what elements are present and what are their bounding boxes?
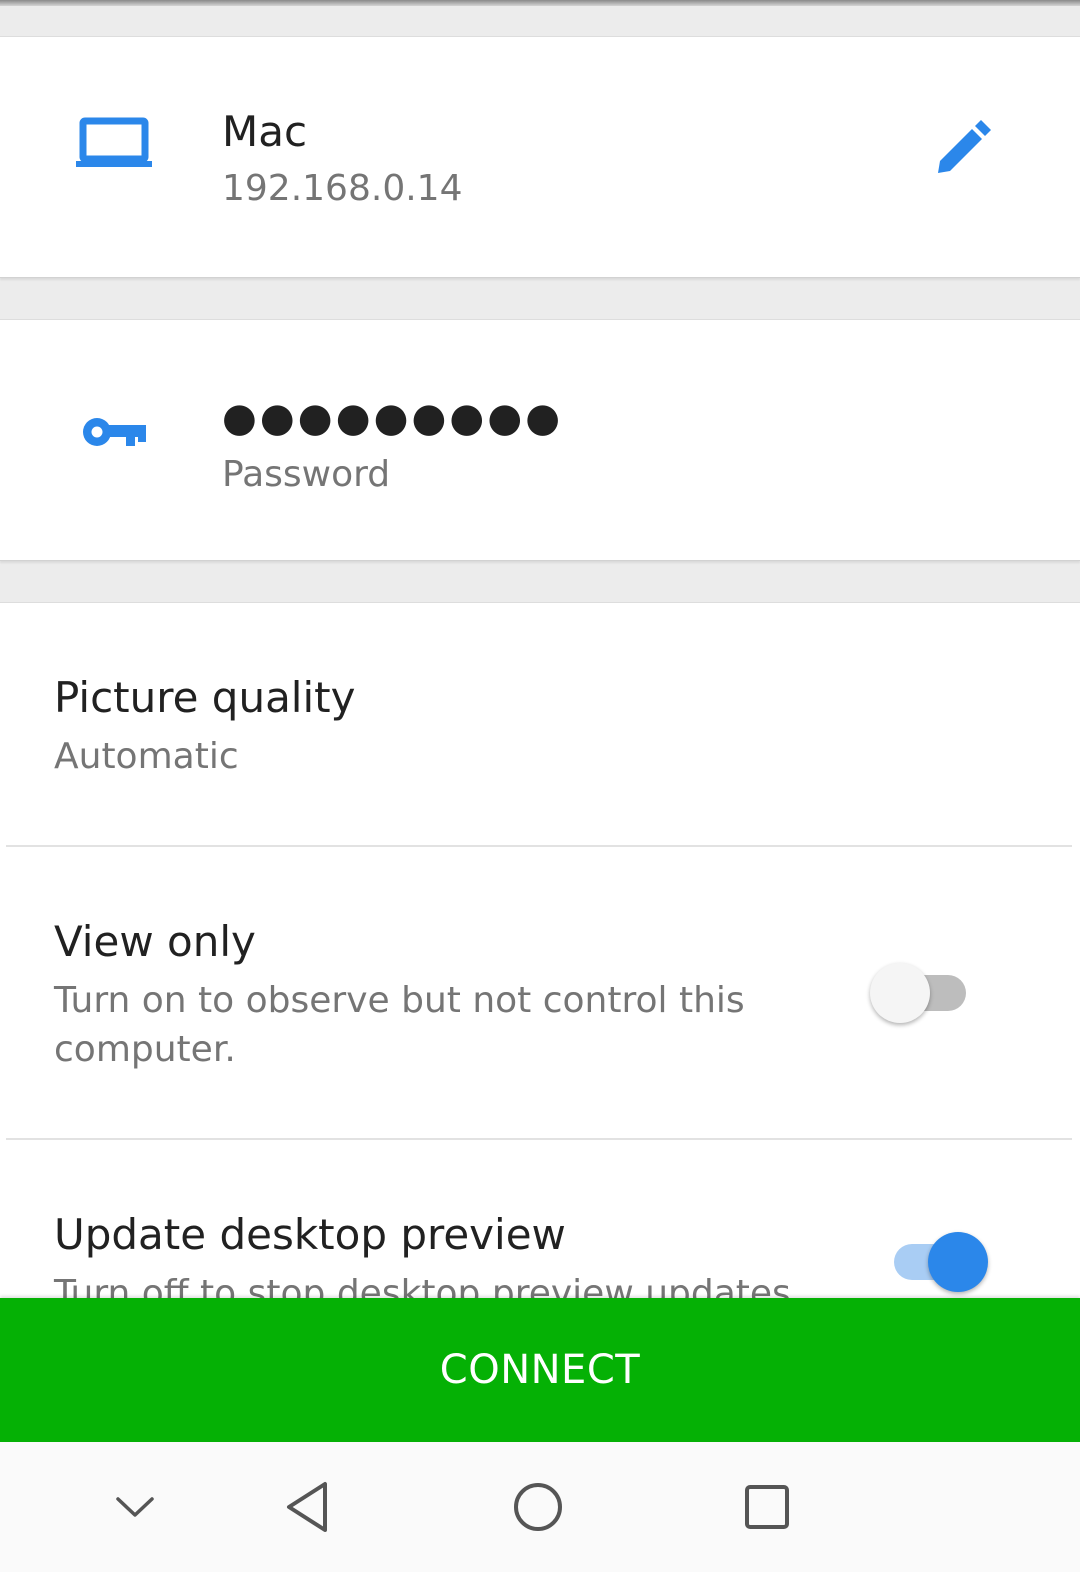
picture-quality-value: Automatic: [54, 736, 239, 777]
computer-name: Mac: [222, 107, 308, 156]
laptop-icon: [76, 117, 152, 173]
pencil-edit-icon[interactable]: [934, 117, 994, 181]
password-card[interactable]: ●●●●●●●●● Password: [0, 319, 1080, 561]
settings-card: Picture quality Automatic View only Turn…: [0, 602, 1080, 1314]
picture-quality-title: Picture quality: [54, 673, 356, 722]
view-only-title: View only: [54, 917, 256, 966]
picture-quality-row[interactable]: Picture quality Automatic: [0, 603, 1080, 845]
update-preview-toggle-thumb[interactable]: [928, 1232, 988, 1292]
password-label: Password: [222, 454, 391, 495]
back-triangle-icon[interactable]: [228, 1442, 388, 1572]
view-only-toggle-thumb[interactable]: [870, 963, 930, 1023]
update-preview-row[interactable]: Update desktop preview Turn off to stop …: [0, 1140, 1080, 1320]
computer-address: 192.168.0.14: [222, 168, 463, 209]
home-circle-icon[interactable]: [458, 1442, 618, 1572]
recents-square-icon[interactable]: [687, 1442, 847, 1572]
top-bar: [0, 0, 1080, 36]
key-icon: [80, 412, 148, 456]
view-only-row[interactable]: View only Turn on to observe but not con…: [0, 847, 1080, 1137]
password-value[interactable]: ●●●●●●●●●: [222, 398, 563, 438]
computer-card[interactable]: Mac 192.168.0.14: [0, 36, 1080, 278]
connect-button[interactable]: CONNECT: [0, 1298, 1080, 1442]
system-nav-bar: [0, 1442, 1080, 1572]
view-only-description: Turn on to observe but not control this …: [54, 980, 745, 1070]
connect-label: CONNECT: [439, 1347, 641, 1393]
update-preview-title: Update desktop preview: [54, 1210, 566, 1259]
chevron-down-icon[interactable]: [55, 1442, 215, 1572]
top-shadow: [0, 0, 1080, 6]
